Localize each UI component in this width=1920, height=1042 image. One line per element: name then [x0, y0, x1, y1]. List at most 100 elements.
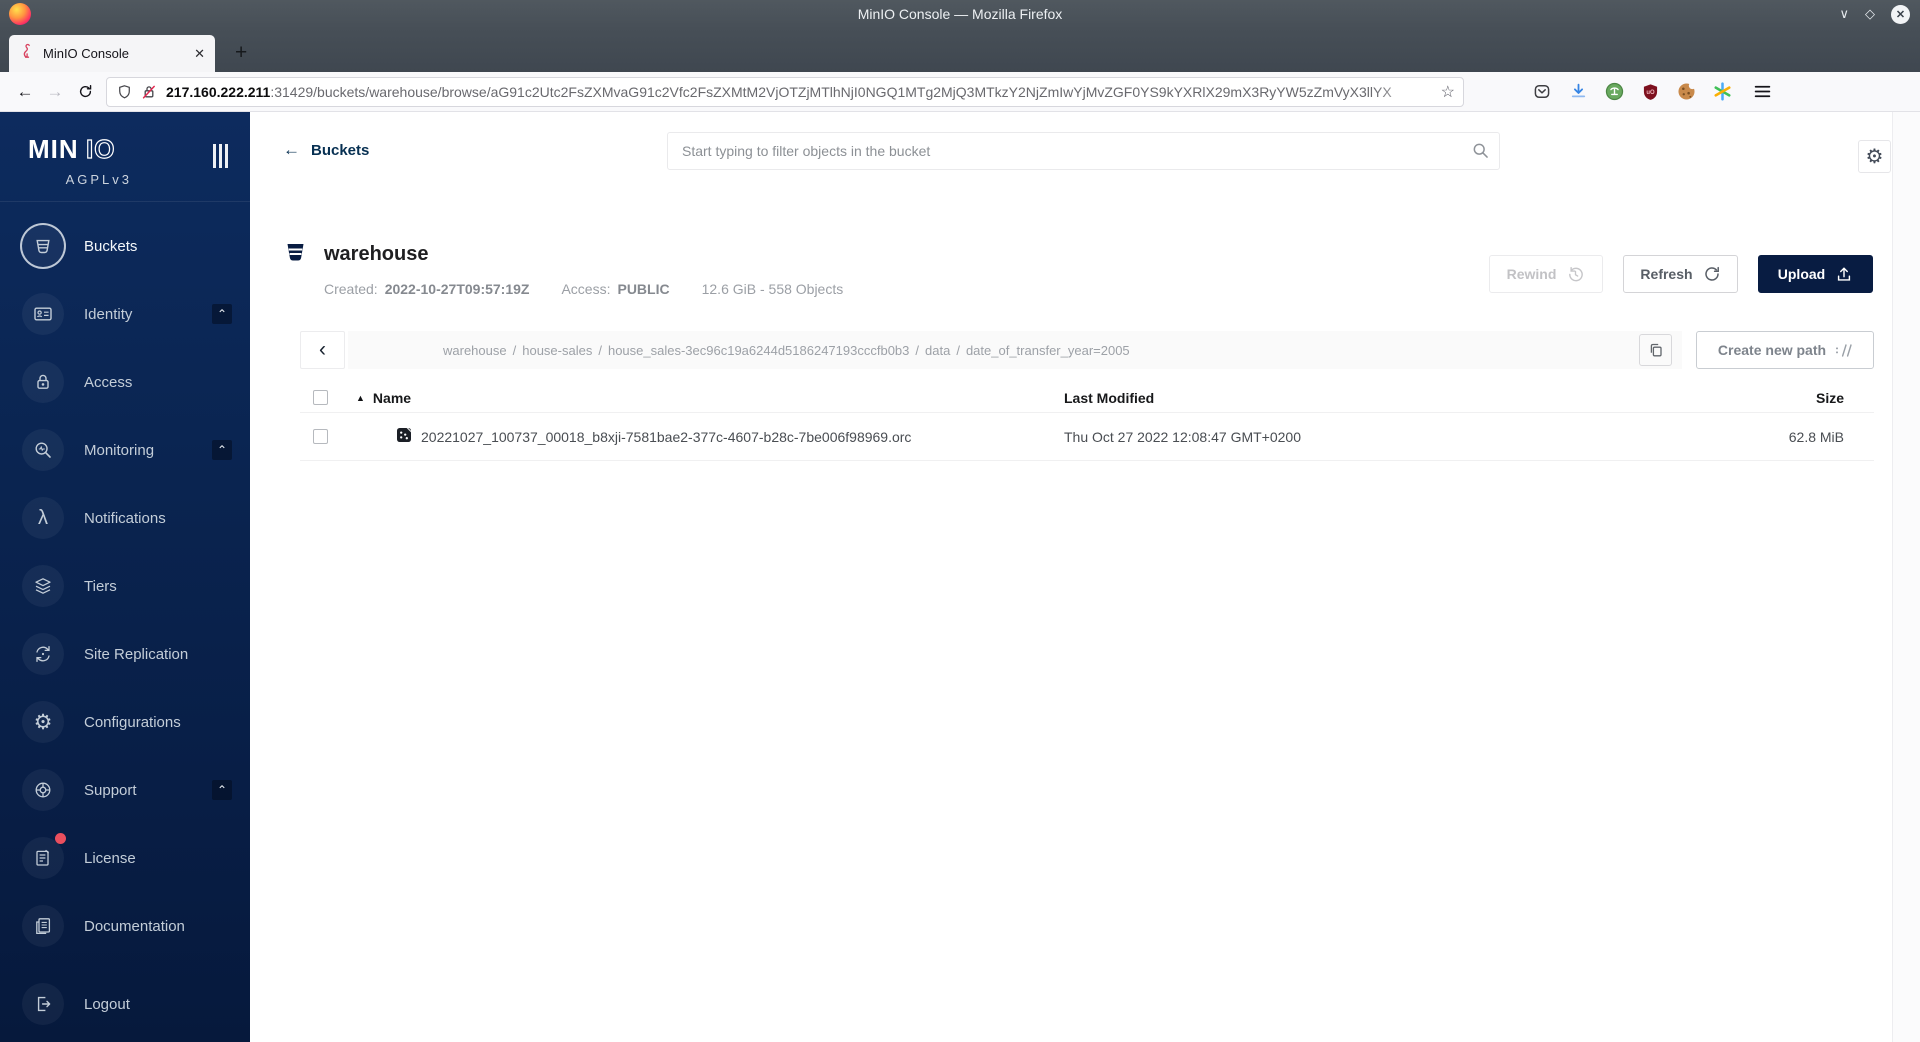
refresh-icon [1704, 266, 1719, 281]
breadcrumb-segment[interactable]: house-sales [522, 343, 592, 358]
sidebar-item-logout[interactable]: Logout [0, 970, 250, 1038]
scrollbar-track[interactable] [1892, 112, 1920, 1042]
minio-sidebar: MIN IO AGPLv3 Buckets Identity ⌃ Access … [0, 112, 250, 1042]
sidebar-item-tiers[interactable]: Tiers [0, 552, 250, 620]
breadcrumb-back-button[interactable]: ‹ [300, 331, 345, 369]
tab-favicon-flamingo-icon [19, 43, 35, 64]
back-button[interactable]: ← [10, 78, 40, 106]
reload-button[interactable] [70, 78, 100, 106]
sidebar-item-license[interactable]: License [0, 824, 250, 892]
logout-icon [22, 983, 64, 1025]
created-value: 2022-10-27T09:57:19Z [384, 281, 530, 297]
bucket-settings-gear-button[interactable]: ⚙ [1858, 140, 1891, 173]
sidebar-item-identity[interactable]: Identity ⌃ [0, 280, 250, 348]
breadcrumb-segment[interactable]: date_of_transfer_year=2005 [966, 343, 1130, 358]
downloads-icon[interactable] [1564, 78, 1592, 106]
bookmark-star-icon[interactable]: ☆ [1441, 82, 1455, 102]
license-tag: AGPLv3 [65, 172, 132, 187]
insecure-lock-icon[interactable] [141, 84, 157, 100]
chevron-up-icon[interactable]: ⌃ [212, 440, 232, 460]
select-all-checkbox[interactable] [313, 390, 328, 405]
column-header-size[interactable]: Size [1694, 390, 1874, 406]
rewind-icon [1569, 266, 1584, 281]
lock-icon [22, 361, 64, 403]
access-label: Access: [561, 281, 611, 297]
object-last-modified: Thu Oct 27 2022 12:08:47 GMT+0200 [1064, 428, 1301, 445]
monitoring-magnifier-icon [22, 429, 64, 471]
filter-objects-input[interactable] [667, 132, 1500, 170]
object-name-link[interactable]: 20221027_100737_00018_b8xji-7581bae2-377… [421, 429, 911, 445]
bucket-icon [283, 239, 308, 269]
window-maximize-button[interactable]: ◇ [1865, 6, 1875, 22]
upload-button[interactable]: Upload [1758, 255, 1873, 293]
back-arrow-icon: ← [283, 140, 300, 159]
url-path: :31429/buckets/warehouse/browse/aG91c2Ut… [270, 83, 1392, 100]
chevron-up-icon[interactable]: ⌃ [212, 304, 232, 324]
sidebar-nav: Buckets Identity ⌃ Access Monitoring ⌃ λ… [0, 201, 250, 1038]
sidebar-item-buckets[interactable]: Buckets [0, 212, 250, 280]
breadcrumb-segment[interactable]: warehouse [443, 343, 507, 358]
ublock-origin-icon[interactable]: uO [1636, 78, 1664, 106]
tab-title: MinIO Console [43, 46, 129, 61]
sort-ascending-icon: ▲ [356, 392, 365, 403]
lifebuoy-icon [22, 769, 64, 811]
asterisk-extension-icon[interactable] [1708, 78, 1736, 106]
shield-permissions-icon[interactable] [117, 84, 132, 100]
id-card-icon [22, 293, 64, 335]
upload-icon [1838, 267, 1851, 281]
forward-button[interactable]: → [40, 78, 70, 106]
hamburger-menu-icon[interactable] [1748, 78, 1776, 106]
tab-minio-console[interactable]: MinIO Console ✕ [9, 35, 215, 72]
sidebar-item-documentation[interactable]: Documentation [0, 892, 250, 960]
url-host: 217.160.222.211 [166, 83, 271, 100]
new-path-icon [1836, 343, 1852, 357]
copy-path-button[interactable] [1639, 334, 1672, 366]
documentation-icon [22, 905, 64, 947]
sidebar-collapse-icon[interactable] [213, 144, 228, 168]
svg-text:uO: uO [1646, 89, 1655, 95]
minio-logo: MIN IO AGPLv3 [0, 112, 140, 187]
license-document-icon [22, 833, 66, 879]
tab-close-icon[interactable]: ✕ [194, 46, 205, 62]
pocket-icon[interactable] [1528, 78, 1556, 106]
license-alert-badge [55, 833, 66, 844]
rewind-button[interactable]: Rewind [1489, 255, 1603, 293]
bucket-size-objects: 12.6 GiB - 558 Objects [701, 281, 844, 297]
bucket-name: warehouse [324, 242, 429, 265]
sidebar-item-support[interactable]: Support ⌃ [0, 756, 250, 824]
sidebar-item-notifications[interactable]: λ Notifications [0, 484, 250, 552]
green-extension-icon[interactable] [1600, 78, 1628, 106]
sidebar-item-access[interactable]: Access [0, 348, 250, 416]
window-title: MinIO Console — Mozilla Firefox [857, 6, 1063, 22]
back-to-buckets-link[interactable]: ← Buckets [283, 140, 369, 160]
sidebar-item-configurations[interactable]: ⚙ Configurations [0, 688, 250, 756]
cookie-extension-icon[interactable] [1672, 78, 1700, 106]
table-row[interactable]: 20221027_100737_00018_b8xji-7581bae2-377… [300, 413, 1874, 461]
breadcrumb-segment[interactable]: data [925, 343, 950, 358]
bucket-icon [22, 225, 64, 267]
url-text[interactable]: 217.160.222.211:31429/buckets/warehouse/… [166, 83, 1433, 100]
new-tab-button[interactable]: + [235, 42, 247, 63]
window-close-button[interactable]: ✕ [1891, 4, 1910, 24]
column-header-last-modified[interactable]: Last Modified [1064, 390, 1694, 406]
gear-icon: ⚙ [22, 701, 64, 743]
main-content: ← Buckets ⚙ warehouse Created: 2022-10-2… [250, 112, 1920, 1042]
create-new-path-button[interactable]: Create new path [1696, 331, 1874, 369]
sync-arrows-icon [22, 633, 64, 675]
logo-outline-text: IO [86, 136, 115, 164]
chevron-up-icon[interactable]: ⌃ [212, 780, 232, 800]
window-minimize-button[interactable]: ∨ [1839, 6, 1849, 22]
column-header-name[interactable]: ▲ Name [356, 390, 1064, 406]
objects-table: ▲ Name Last Modified Size 20221027_10073… [300, 383, 1874, 461]
url-bar[interactable]: 217.160.222.211:31429/buckets/warehouse/… [106, 76, 1464, 107]
sidebar-item-monitoring[interactable]: Monitoring ⌃ [0, 416, 250, 484]
breadcrumb-segment[interactable]: house_sales-3ec96c19a6244d5186247193cccf… [608, 343, 909, 358]
refresh-button[interactable]: Refresh [1623, 255, 1738, 293]
row-checkbox[interactable] [313, 429, 328, 444]
copy-icon [1650, 343, 1662, 357]
logo-solid-text: MIN [28, 136, 79, 164]
page-header: ← Buckets ⚙ [250, 112, 1920, 190]
orc-file-icon [396, 427, 412, 446]
sidebar-item-site-replication[interactable]: Site Replication [0, 620, 250, 688]
search-icon [1472, 142, 1489, 164]
